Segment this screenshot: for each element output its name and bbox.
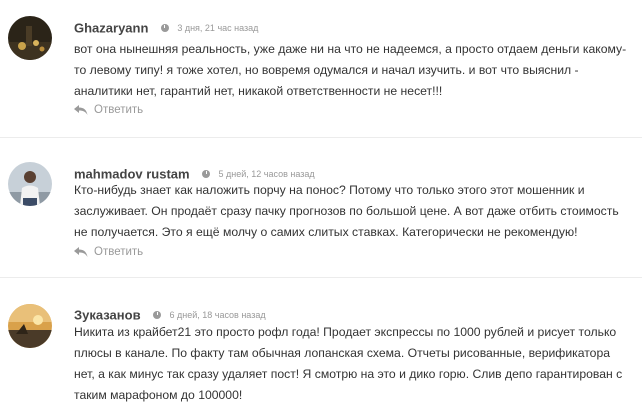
clock-icon [160,23,169,32]
comment-text: Кто-нибудь знает как наложить порчу на п… [74,183,619,239]
avatar[interactable] [8,162,52,206]
clock-icon [202,169,211,178]
avatar-image [8,304,52,348]
comment-separator [0,137,642,138]
reply-icon [74,247,88,257]
reply-label: Ответить [94,104,144,116]
author-name[interactable]: Ghazaryann [74,20,148,35]
comment-item: mahmadov rustam 5 дней, 12 часов назад К… [0,160,642,285]
comment-text: Никита из крайбет21 это просто рофл года… [74,325,623,402]
avatar-image [8,16,52,60]
comment-separator [0,277,642,278]
comment-time[interactable]: 3 дня, 21 час назад [177,23,258,33]
avatar[interactable] [8,304,52,348]
comment-item: Ghazaryann 3 дня, 21 час назад вот она н… [0,14,642,144]
comment-time[interactable]: 6 дней, 18 часов назад [169,310,265,320]
reply-icon [74,105,88,115]
reply-button[interactable]: Ответить [74,246,143,258]
comment-header: Ghazaryann 3 дня, 21 час назад [74,19,258,37]
reply-button[interactable]: Ответить [74,104,143,116]
author-name[interactable]: Зуказанов [74,307,141,322]
clock-icon [153,310,162,319]
comment-item: Зуказанов 6 дней, 18 часов назад Никита … [0,302,642,403]
reply-label: Ответить [94,246,144,258]
avatar[interactable] [8,16,52,60]
comment-text: вот она нынешняя реальность, уже даже ни… [74,42,627,98]
avatar-image [8,162,52,206]
comment-time[interactable]: 5 дней, 12 часов назад [219,169,315,179]
